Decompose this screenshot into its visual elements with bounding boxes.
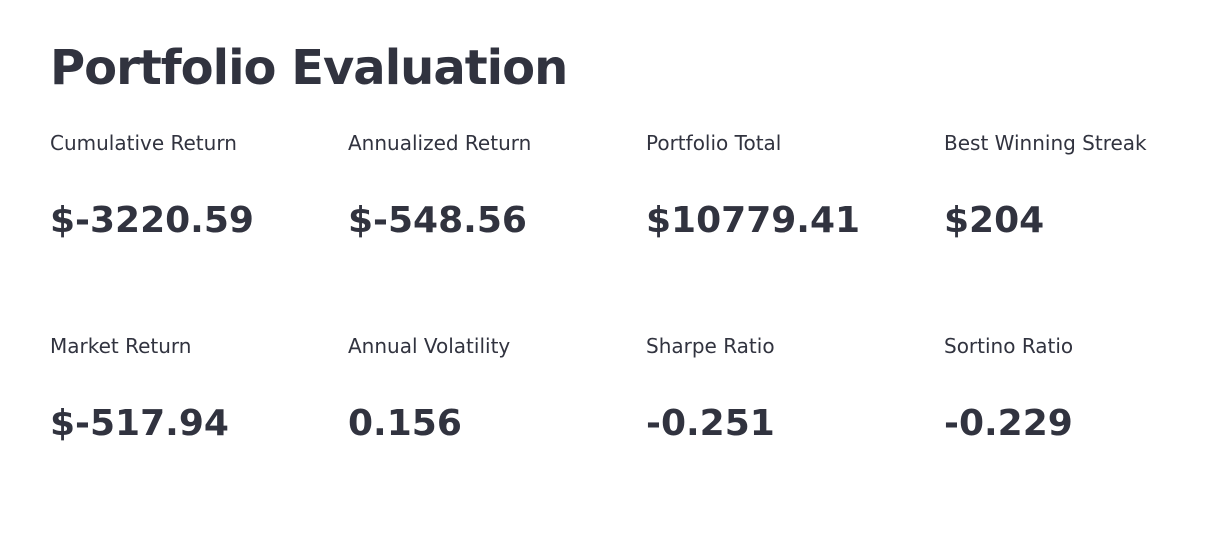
metric-value: $-517.94 <box>50 403 229 444</box>
metric-value: -0.251 <box>646 403 775 444</box>
metric-label: Annual Volatility <box>348 334 511 358</box>
metric-label: Cumulative Return <box>50 131 237 155</box>
metrics-row-1: Cumulative Return $-3220.59 Annualized R… <box>50 128 1230 268</box>
metric-label: Sortino Ratio <box>944 334 1074 358</box>
metric-value: 0.156 <box>348 403 462 444</box>
metric-annual-volatility: Annual Volatility 0.156 <box>348 331 638 471</box>
metric-value: $204 <box>944 200 1045 241</box>
metric-label: Sharpe Ratio <box>646 334 775 358</box>
metrics-row-2: Market Return $-517.94 Annual Volatility… <box>50 331 1230 471</box>
metric-value: $10779.41 <box>646 200 861 241</box>
metric-sortino-ratio: Sortino Ratio -0.229 <box>944 331 1230 471</box>
metric-market-return: Market Return $-517.94 <box>50 331 340 471</box>
metric-best-winning-streak: Best Winning Streak $204 <box>944 128 1230 268</box>
metric-cumulative-return: Cumulative Return $-3220.59 <box>50 128 340 268</box>
metric-portfolio-total: Portfolio Total $10779.41 <box>646 128 936 268</box>
metric-sharpe-ratio: Sharpe Ratio -0.251 <box>646 331 936 471</box>
metric-value: $-548.56 <box>348 200 527 241</box>
metric-label: Annualized Return <box>348 131 532 155</box>
metric-annualized-return: Annualized Return $-548.56 <box>348 128 638 268</box>
metric-label: Portfolio Total <box>646 131 782 155</box>
metric-label: Market Return <box>50 334 192 358</box>
page-title: Portfolio Evaluation <box>50 40 568 96</box>
metric-value: -0.229 <box>944 403 1073 444</box>
metric-label: Best Winning Streak <box>944 131 1147 155</box>
metric-value: $-3220.59 <box>50 200 254 241</box>
